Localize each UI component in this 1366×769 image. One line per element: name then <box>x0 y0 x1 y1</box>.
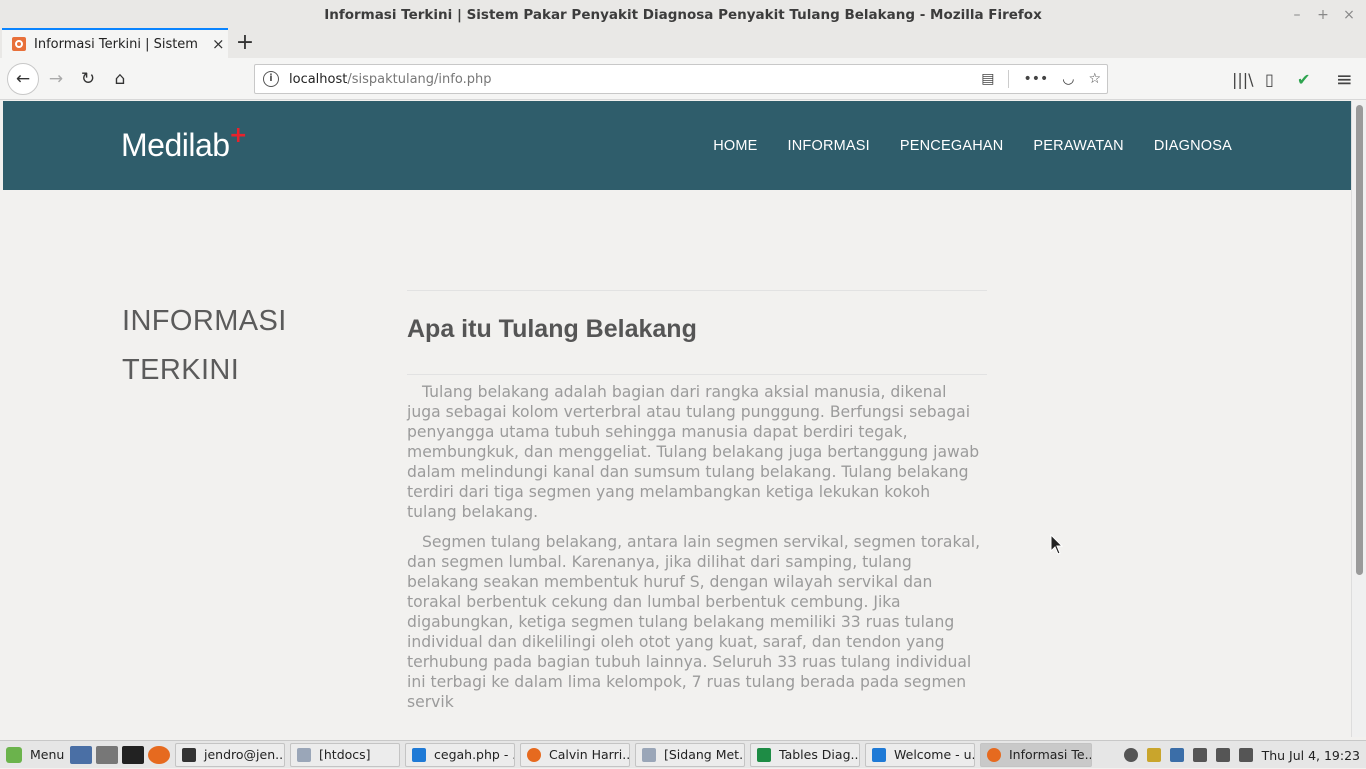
page-scrollbar[interactable] <box>1351 101 1366 737</box>
show-desktop-icon[interactable] <box>70 745 92 764</box>
menu-item-home[interactable]: HOME <box>713 138 757 154</box>
network-signal-icon[interactable] <box>1192 748 1207 762</box>
article-paragraph: Tulang belakang adalah bagian dari rangk… <box>407 383 980 521</box>
firefox-icon <box>987 747 1001 762</box>
taskbar-item-label: [htdocs] <box>319 747 371 762</box>
library-icon[interactable]: |||\ <box>1232 64 1254 94</box>
vscode-icon <box>872 747 886 762</box>
firefox-icon <box>527 747 541 762</box>
taskbar-item-sidang[interactable]: [Sidang Met... <box>635 742 745 767</box>
divider <box>407 374 987 375</box>
taskbar: Menu jendro@jen... [htdocs] cegah.php - … <box>0 740 1366 768</box>
menu-item-diagnosa[interactable]: DIAGNOSA <box>1154 138 1232 154</box>
sidebar-icon[interactable]: ▯ <box>1265 64 1274 94</box>
display-icon[interactable] <box>1146 748 1161 762</box>
menu-item-pencegahan[interactable]: PENCEGAHAN <box>900 138 1004 154</box>
start-menu-label: Menu <box>30 747 65 762</box>
navigation-toolbar: ← → ↻ ⌂ i localhost/sispaktulang/info.ph… <box>0 58 1366 100</box>
spreadsheet-icon <box>757 747 771 762</box>
pocket-icon[interactable]: ◡ <box>1062 71 1074 87</box>
taskbar-item-label: Calvin Harri... <box>549 747 630 762</box>
taskbar-item-cegah-php[interactable]: cegah.php - ... <box>405 742 515 767</box>
reload-button[interactable]: ↻ <box>73 64 103 94</box>
new-tab-button[interactable]: + <box>234 30 256 55</box>
menu-item-perawatan[interactable]: PERAWATAN <box>1033 138 1123 154</box>
system-tray: Thu Jul 4, 19:23 <box>1123 741 1360 769</box>
tab-label: Informasi Terkini | Sistem Pakar <box>34 36 202 52</box>
url-host: localhost <box>289 71 348 87</box>
divider <box>407 290 987 291</box>
site-favicon-icon <box>12 37 26 51</box>
home-button[interactable]: ⌂ <box>105 64 135 94</box>
folder-icon <box>297 747 311 762</box>
window-controls: – + × <box>1290 0 1356 30</box>
web-page: Medilab + HOME INFORMASI PENCEGAHAN PERA… <box>3 101 1351 737</box>
taskbar-item-welcome[interactable]: Welcome - u... <box>865 742 975 767</box>
taskbar-item-label: Tables Diag... <box>779 747 860 762</box>
site-header: Medilab + HOME INFORMASI PENCEGAHAN PERA… <box>3 101 1351 190</box>
forward-button[interactable]: → <box>41 64 71 94</box>
shield-tray-icon[interactable] <box>1169 748 1184 762</box>
section-title: INFORMASI TERKINI <box>122 305 287 386</box>
window-title: Informasi Terkini | Sistem Pakar Penyaki… <box>0 0 1366 30</box>
tab-informasi-terkini[interactable]: Informasi Terkini | Sistem Pakar × <box>2 28 228 58</box>
back-button[interactable]: ← <box>7 63 39 95</box>
tab-close-icon[interactable]: × <box>212 35 225 53</box>
minimize-button[interactable]: – <box>1290 7 1304 23</box>
file-manager-launcher-icon[interactable] <box>96 745 118 764</box>
url-separator <box>1008 70 1010 88</box>
url-path: /sispaktulang/info.php <box>347 71 492 87</box>
volume-icon[interactable] <box>1215 748 1230 762</box>
article-paragraph: Segmen tulang belakang, antara lain segm… <box>407 533 981 711</box>
site-menu: HOME INFORMASI PENCEGAHAN PERAWATAN DIAG… <box>713 101 1232 190</box>
taskbar-item-label: Informasi Te... <box>1009 747 1092 762</box>
url-bar[interactable]: i localhost/sispaktulang/info.php ▤ ••• … <box>254 64 1108 94</box>
bookmark-star-icon[interactable]: ☆ <box>1088 71 1101 87</box>
taskbar-item-calvin-harris[interactable]: Calvin Harri... <box>520 742 630 767</box>
start-menu-button[interactable]: Menu <box>0 746 66 763</box>
firefox-launcher-icon[interactable] <box>148 745 170 764</box>
close-window-button[interactable]: × <box>1342 7 1356 23</box>
taskbar-item-label: jendro@jen... <box>204 747 285 762</box>
page-actions-icon[interactable]: ••• <box>1023 71 1048 87</box>
site-info-icon[interactable]: i <box>263 71 279 87</box>
clock[interactable]: Thu Jul 4, 19:23 <box>1262 748 1360 763</box>
scrollbar-thumb[interactable] <box>1356 105 1363 575</box>
folder-icon <box>642 747 656 762</box>
battery-icon[interactable] <box>1238 748 1253 762</box>
logo-plus-icon: + <box>229 123 248 148</box>
terminal-icon <box>182 747 196 762</box>
hamburger-menu-icon[interactable]: ≡ <box>1336 64 1353 94</box>
tab-strip: Informasi Terkini | Sistem Pakar × + <box>0 28 1366 58</box>
terminal-launcher-icon[interactable] <box>122 745 144 764</box>
maximize-button[interactable]: + <box>1316 7 1330 23</box>
mouse-pointer-icon <box>1050 534 1064 555</box>
taskbar-item-terminal[interactable]: jendro@jen... <box>175 742 285 767</box>
taskbar-item-label: Welcome - u... <box>894 747 975 762</box>
taskbar-item-informasi[interactable]: Informasi Te... <box>980 742 1092 767</box>
reader-view-icon[interactable]: ▤ <box>981 71 994 87</box>
taskbar-item-label: [Sidang Met... <box>664 747 745 762</box>
url-actions: ▤ ••• ◡ ☆ <box>981 65 1101 93</box>
article-title: Apa itu Tulang Belakang <box>407 315 697 343</box>
taskbar-item-htdocs[interactable]: [htdocs] <box>290 742 400 767</box>
article-body: Tulang belakang adalah bagian dari rangk… <box>407 382 983 722</box>
site-logo[interactable]: Medilab <box>121 127 230 164</box>
shield-icon[interactable]: ✔ <box>1297 64 1310 94</box>
taskbar-item-tables[interactable]: Tables Diag... <box>750 742 860 767</box>
mint-logo-icon <box>6 746 22 763</box>
menu-item-informasi[interactable]: INFORMASI <box>788 138 870 154</box>
taskbar-item-label: cegah.php - ... <box>434 747 514 762</box>
vscode-icon <box>412 747 426 762</box>
bluetooth-icon[interactable] <box>1123 748 1138 762</box>
